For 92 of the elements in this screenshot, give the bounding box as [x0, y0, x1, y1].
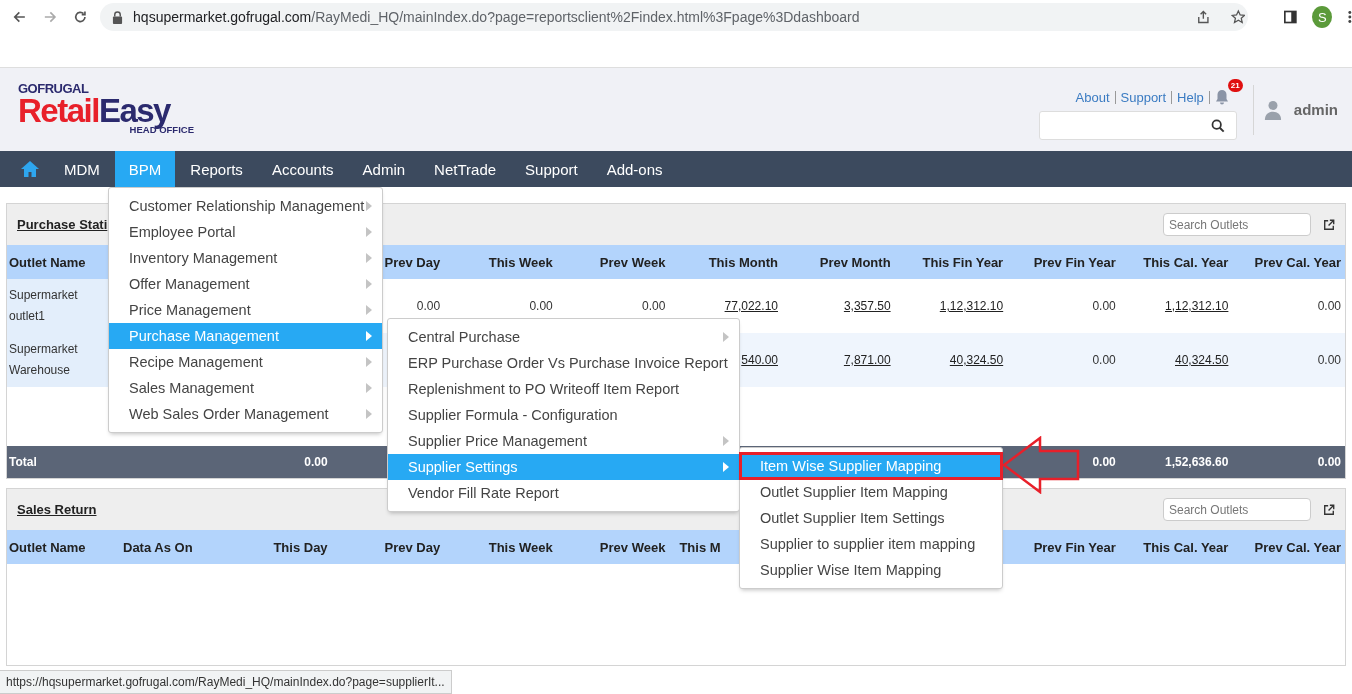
- table-cell: 0.00: [529, 299, 553, 313]
- search-field[interactable]: [1038, 111, 1237, 140]
- share-icon[interactable]: [1196, 9, 1211, 25]
- logo[interactable]: GOFRUGAL RetailEasy HEAD OFFICE: [0, 68, 198, 151]
- column-header: This M: [679, 539, 721, 555]
- table-cell-text: Supermarket outlet1: [9, 287, 79, 325]
- menu-item[interactable]: ERP Purchase Order Vs Purchase Invoice Report: [388, 350, 739, 376]
- panel-title[interactable]: Purchase Stati: [17, 217, 108, 232]
- menu-item[interactable]: Inventory Management: [109, 245, 382, 271]
- column-header: This Day: [273, 539, 328, 555]
- open-external-icon[interactable]: [1323, 218, 1335, 231]
- value-link[interactable]: 540.00: [741, 353, 778, 367]
- menu-item[interactable]: Employee Portal: [109, 219, 382, 245]
- notification-badge: 21: [1227, 79, 1243, 92]
- nav-tab[interactable]: Accounts: [257, 151, 348, 187]
- column-header: Data As On: [123, 539, 193, 555]
- table-cell: 1,52,636.60: [1165, 455, 1229, 469]
- nav-tab[interactable]: Support: [511, 151, 592, 187]
- table-cell: 0.00: [1092, 353, 1116, 367]
- search-field[interactable]: Search Outlets: [1163, 498, 1311, 521]
- nav-tab[interactable]: Add-ons: [592, 151, 677, 187]
- menu-item[interactable]: Outlet Supplier Item Settings: [740, 505, 1002, 531]
- column-header: Outlet Name: [9, 539, 86, 555]
- table-cell: 0.00: [642, 299, 666, 313]
- menu-item[interactable]: Price Management: [109, 297, 382, 323]
- back-icon[interactable]: [12, 9, 27, 25]
- column-header: Prev Day: [384, 539, 441, 555]
- column-header: This Week: [488, 254, 553, 270]
- table-cell: 0.00: [1317, 455, 1341, 469]
- table-cell: 0.00: [304, 455, 328, 469]
- column-header: Prev Cal. Year: [1254, 254, 1341, 270]
- value-link[interactable]: 1,12,312.10: [939, 299, 1004, 313]
- status-bar: https://hqsupermarket.gofrugal.com/RayMedi_HQ/mainIndex.do?page=supplierIt...: [0, 670, 452, 694]
- menu-item[interactable]: Offer Management: [109, 271, 382, 297]
- value-link[interactable]: 3,357.50: [843, 299, 891, 313]
- panel-title[interactable]: Sales Return: [17, 502, 97, 517]
- menu-item[interactable]: Supplier Price Management: [388, 428, 739, 454]
- home-icon[interactable]: [20, 160, 40, 178]
- bell-icon[interactable]: [1214, 89, 1229, 105]
- menu-item[interactable]: Vendor Fill Rate Report: [388, 480, 739, 506]
- column-header: This Week: [488, 539, 553, 555]
- menu-item[interactable]: Supplier Wise Item Mapping: [740, 557, 1002, 583]
- value-link[interactable]: 40,324.50: [1175, 353, 1229, 367]
- header-link[interactable]: Support: [1120, 89, 1167, 105]
- table-cell: 0.00: [1092, 299, 1116, 313]
- user-name[interactable]: admin: [1293, 101, 1338, 118]
- menu-item[interactable]: Supplier Formula - Configuration: [388, 402, 739, 428]
- table-cell: 0.00: [1092, 455, 1116, 469]
- more-icon[interactable]: [1348, 9, 1352, 25]
- column-header: Prev Fin Year: [1033, 254, 1116, 270]
- open-external-icon[interactable]: [1323, 503, 1335, 516]
- value-link[interactable]: 1,12,312.10: [1165, 299, 1229, 313]
- table-cell: 0.00: [1317, 353, 1341, 367]
- column-header: This Month: [708, 254, 778, 270]
- column-header: Prev Week: [599, 254, 666, 270]
- column-header: Prev Day: [384, 254, 441, 270]
- column-header: Outlet Name: [9, 254, 86, 270]
- menu-item[interactable]: Replenishment to PO Writeoff Item Report: [388, 376, 739, 402]
- nav-tab[interactable]: NetTrade: [420, 151, 511, 187]
- column-header: Prev Week: [599, 539, 666, 555]
- side-panel-icon[interactable]: [1283, 9, 1299, 25]
- menu-item[interactable]: Central Purchase: [388, 324, 739, 350]
- header-link[interactable]: Help: [1177, 89, 1204, 105]
- search-field[interactable]: Search Outlets: [1163, 213, 1311, 236]
- column-header: This Cal. Year: [1143, 254, 1229, 270]
- table-cell-text: Supermarket Warehouse: [9, 341, 79, 379]
- header-link[interactable]: About: [1075, 89, 1110, 105]
- lock-icon: [112, 10, 124, 24]
- table-cell: Total: [9, 455, 37, 469]
- table-cell: 0.00: [1317, 299, 1341, 313]
- nav-tab[interactable]: MDM: [50, 151, 114, 187]
- value-link[interactable]: 7,871.00: [843, 353, 891, 367]
- value-link[interactable]: 40,324.50: [949, 353, 1004, 367]
- column-header: Prev Fin Year: [1033, 539, 1116, 555]
- menu-item[interactable]: Customer Relationship Management: [109, 193, 382, 219]
- table-cell: 0.00: [416, 299, 441, 313]
- menu-item[interactable]: Web Sales Order Management: [109, 401, 382, 427]
- reload-icon[interactable]: [73, 9, 89, 25]
- menu-item[interactable]: Supplier to supplier item mapping: [740, 531, 1002, 557]
- menu-item[interactable]: Sales Management: [109, 375, 382, 401]
- nav-tab[interactable]: Reports: [176, 151, 257, 187]
- column-header: Prev Month: [819, 254, 891, 270]
- column-header: This Cal. Year: [1143, 539, 1229, 555]
- column-header: This Fin Year: [922, 254, 1004, 270]
- star-icon[interactable]: [1230, 9, 1246, 25]
- menu-item[interactable]: Recipe Management: [109, 349, 382, 375]
- value-link[interactable]: 77,022.10: [724, 299, 778, 313]
- menu-item[interactable]: Outlet Supplier Item Mapping: [740, 479, 1002, 505]
- column-header: Prev Cal. Year: [1254, 539, 1341, 555]
- address-bar[interactable]: hqsupermarket.gofrugal.com/RayMedi_HQ/mainIndex.do?page=reportsclient%2Findex.html%3Fpage%3Ddashboard: [100, 3, 1249, 31]
- nav-tab[interactable]: Admin: [348, 151, 420, 187]
- search-icon[interactable]: [1210, 119, 1225, 133]
